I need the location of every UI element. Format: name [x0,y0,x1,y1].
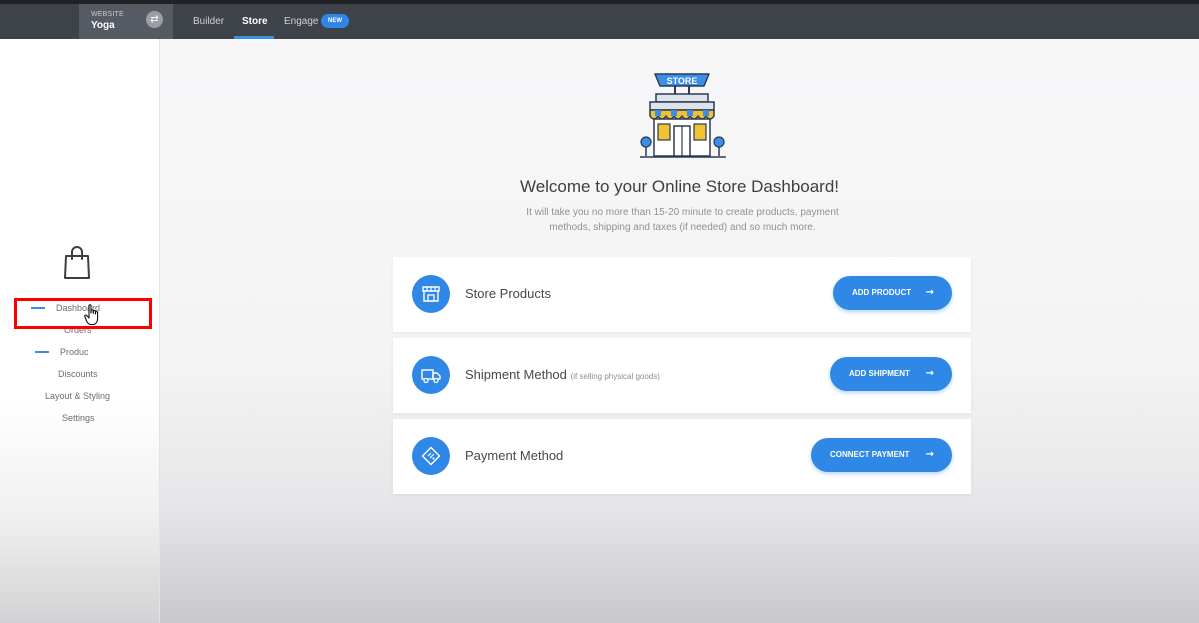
top-navigation-bar: WEBSITE Yoga ⇄ Builder Store Engage NEW [0,4,1199,39]
sidebar-item-settings[interactable]: Settings [62,413,95,423]
tab-store[interactable]: Store [242,16,268,27]
card-title-payment: Payment Method [465,448,564,463]
store-products-card: Store Products ADD PRODUCT → [393,257,971,332]
subtitle-line-2: methods, shipping and taxes (if needed) … [549,222,816,233]
storefront-icon-badge [412,275,450,313]
shipment-title-text: Shipment Method [465,367,567,382]
arrow-right-icon: → [925,449,934,460]
swap-icon[interactable]: ⇄ [146,11,163,28]
tab-engage[interactable]: Engage [284,16,318,27]
store-sign-text: STORE [667,76,698,86]
shipment-note: (if selling physical goods) [570,372,660,381]
main-content: STORE Welcome to your Online Store Dashb… [160,39,1199,623]
website-switcher[interactable]: WEBSITE Yoga ⇄ [79,4,173,39]
ticket-icon [421,446,441,466]
website-kicker: WEBSITE [91,11,124,18]
subtitle-line-1: It will take you no more than 15-20 minu… [526,207,839,218]
website-name: Yoga [91,20,115,31]
storefront-icon [422,286,440,302]
sidebar-item-discounts[interactable]: Discounts [58,369,98,379]
page-title: Welcome to your Online Store Dashboard! [519,177,840,196]
hover-item-dash [35,351,49,353]
add-product-button[interactable]: ADD PRODUCT → [833,276,952,310]
page-subtitle: It will take you no more than 15-20 minu… [505,205,860,235]
store-illustration-icon: STORE [640,73,726,158]
add-product-label: ADD PRODUCT [852,288,912,297]
arrow-right-icon: → [925,368,934,379]
add-shipment-button[interactable]: ADD SHIPMENT → [830,357,952,391]
ticket-icon-badge [412,437,450,475]
store-sidebar: Dashboard Orders Produc Discounts Layout… [0,39,160,623]
truck-icon-badge [412,356,450,394]
truck-icon [421,369,441,384]
card-title-store-products: Store Products [465,286,551,301]
connect-payment-button[interactable]: CONNECT PAYMENT → [811,438,952,472]
sidebar-item-layout-styling[interactable]: Layout & Styling [45,391,110,401]
hand-cursor-icon [84,304,99,326]
highlight-box [14,298,152,329]
new-badge: NEW [321,14,349,28]
arrow-right-icon: → [925,287,934,298]
card-title-shipment: Shipment Method (if selling physical goo… [465,367,660,382]
add-shipment-label: ADD SHIPMENT [849,369,910,378]
shipment-method-card: Shipment Method (if selling physical goo… [393,338,971,413]
connect-payment-label: CONNECT PAYMENT [830,450,910,459]
payment-method-card: Payment Method CONNECT PAYMENT → [393,419,971,494]
shopping-bag-icon [64,246,90,279]
sidebar-item-products[interactable]: Produc [60,347,89,357]
tab-builder[interactable]: Builder [193,16,224,27]
